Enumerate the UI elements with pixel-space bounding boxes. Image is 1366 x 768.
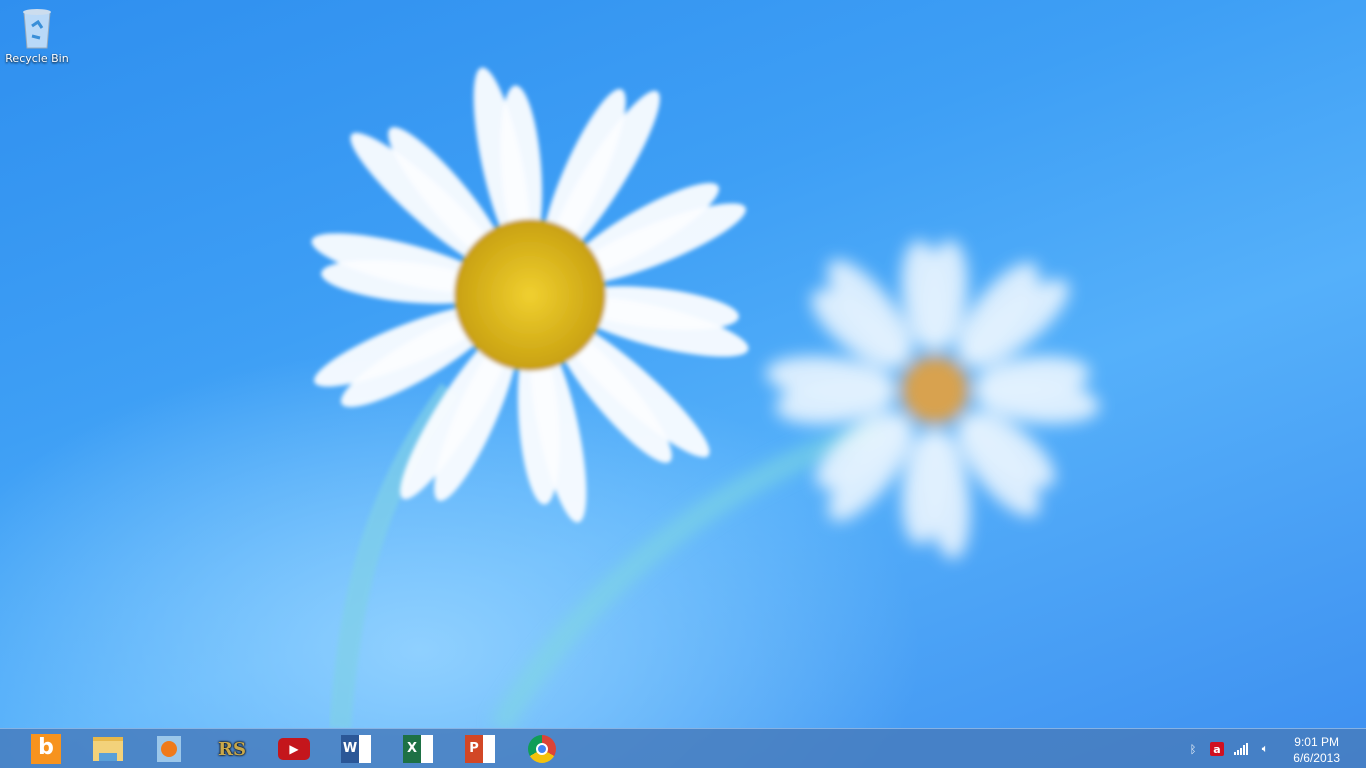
clock-date: 6/6/2013 bbox=[1293, 751, 1340, 765]
taskbar-youtube[interactable]: ▶ bbox=[278, 733, 310, 765]
taskbar-runescape[interactable]: RS bbox=[216, 733, 248, 765]
taskbar-media-player[interactable] bbox=[153, 733, 185, 765]
desktop-icon-label: Recycle Bin bbox=[5, 52, 69, 65]
recycle-bin-icon bbox=[20, 6, 54, 50]
chrome-icon bbox=[528, 735, 556, 763]
bluetooth-icon[interactable]: ᛒ bbox=[1186, 742, 1200, 756]
volume-icon[interactable]: 🔈︎ bbox=[1258, 742, 1272, 756]
desktop-wallpaper bbox=[311, 67, 1100, 728]
taskbar-chrome[interactable] bbox=[526, 733, 558, 765]
bing-icon: b bbox=[31, 734, 61, 764]
desktop-icon-recycle-bin[interactable]: Recycle Bin bbox=[4, 6, 70, 65]
avira-icon[interactable]: a bbox=[1210, 742, 1224, 756]
taskbar-powerpoint[interactable]: P bbox=[464, 733, 496, 765]
media-player-icon bbox=[157, 736, 181, 762]
network-signal-icon[interactable] bbox=[1234, 742, 1248, 756]
taskbar-excel[interactable]: X bbox=[402, 733, 434, 765]
taskbar: b RS ▶ W X P ᛒ a 🔈︎ 9:01 PM 6/6/2013 bbox=[0, 728, 1366, 768]
runescape-icon: RS bbox=[218, 738, 246, 760]
word-icon: W bbox=[341, 735, 371, 763]
taskbar-clock[interactable]: 9:01 PM 6/6/2013 bbox=[1293, 734, 1340, 766]
clock-time: 9:01 PM bbox=[1294, 735, 1339, 749]
excel-icon: X bbox=[403, 735, 433, 763]
folder-icon bbox=[93, 737, 123, 761]
taskbar-word[interactable]: W bbox=[340, 733, 372, 765]
taskbar-bing[interactable]: b bbox=[30, 733, 62, 765]
powerpoint-icon: P bbox=[465, 735, 495, 763]
youtube-icon: ▶ bbox=[278, 738, 310, 760]
taskbar-file-explorer[interactable] bbox=[92, 733, 124, 765]
